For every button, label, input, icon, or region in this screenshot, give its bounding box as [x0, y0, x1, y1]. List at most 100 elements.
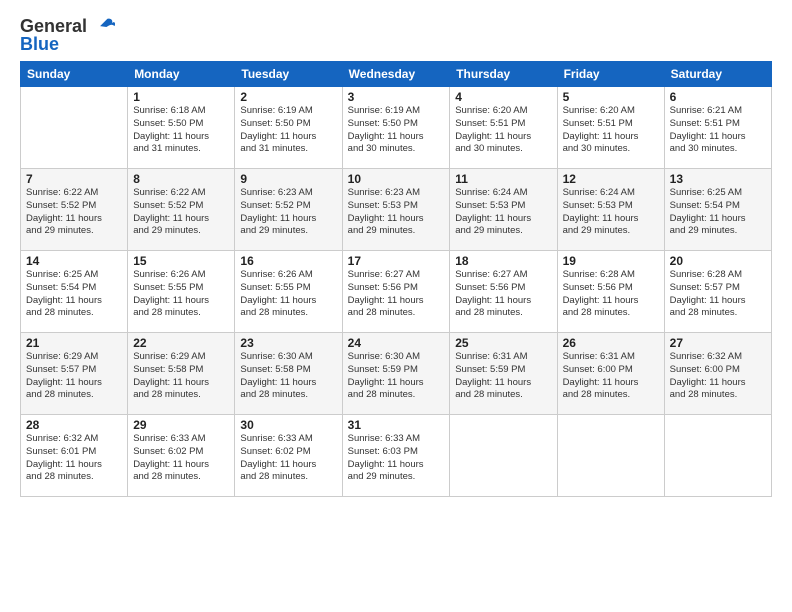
day-info: Sunrise: 6:26 AM Sunset: 5:55 PM Dayligh… — [133, 269, 229, 320]
day-number: 28 — [26, 418, 122, 432]
day-info: Sunrise: 6:21 AM Sunset: 5:51 PM Dayligh… — [670, 105, 766, 156]
day-number: 5 — [563, 90, 659, 104]
calendar-cell: 8Sunrise: 6:22 AM Sunset: 5:52 PM Daylig… — [128, 169, 235, 251]
day-info: Sunrise: 6:26 AM Sunset: 5:55 PM Dayligh… — [240, 269, 336, 320]
day-info: Sunrise: 6:33 AM Sunset: 6:02 PM Dayligh… — [240, 433, 336, 484]
calendar-header-row: SundayMondayTuesdayWednesdayThursdayFrid… — [21, 62, 772, 87]
calendar-col-header: Tuesday — [235, 62, 342, 87]
day-info: Sunrise: 6:33 AM Sunset: 6:03 PM Dayligh… — [348, 433, 445, 484]
logo-blue-text: Blue — [20, 34, 59, 55]
day-info: Sunrise: 6:24 AM Sunset: 5:53 PM Dayligh… — [563, 187, 659, 238]
header: GeneralBlue — [20, 16, 772, 55]
calendar-cell: 17Sunrise: 6:27 AM Sunset: 5:56 PM Dayli… — [342, 251, 450, 333]
day-number: 27 — [670, 336, 766, 350]
calendar-col-header: Friday — [557, 62, 664, 87]
day-number: 30 — [240, 418, 336, 432]
day-number: 10 — [348, 172, 445, 186]
calendar-week-row: 21Sunrise: 6:29 AM Sunset: 5:57 PM Dayli… — [21, 333, 772, 415]
logo: GeneralBlue — [20, 16, 115, 55]
calendar-cell: 7Sunrise: 6:22 AM Sunset: 5:52 PM Daylig… — [21, 169, 128, 251]
calendar-cell: 3Sunrise: 6:19 AM Sunset: 5:50 PM Daylig… — [342, 87, 450, 169]
day-info: Sunrise: 6:27 AM Sunset: 5:56 PM Dayligh… — [348, 269, 445, 320]
calendar-col-header: Saturday — [664, 62, 771, 87]
calendar-cell: 29Sunrise: 6:33 AM Sunset: 6:02 PM Dayli… — [128, 415, 235, 497]
day-info: Sunrise: 6:22 AM Sunset: 5:52 PM Dayligh… — [26, 187, 122, 238]
day-number: 23 — [240, 336, 336, 350]
calendar-cell: 23Sunrise: 6:30 AM Sunset: 5:58 PM Dayli… — [235, 333, 342, 415]
day-number: 17 — [348, 254, 445, 268]
day-info: Sunrise: 6:33 AM Sunset: 6:02 PM Dayligh… — [133, 433, 229, 484]
calendar-cell: 22Sunrise: 6:29 AM Sunset: 5:58 PM Dayli… — [128, 333, 235, 415]
day-info: Sunrise: 6:22 AM Sunset: 5:52 PM Dayligh… — [133, 187, 229, 238]
day-number: 25 — [455, 336, 551, 350]
day-number: 11 — [455, 172, 551, 186]
day-number: 19 — [563, 254, 659, 268]
calendar-week-row: 7Sunrise: 6:22 AM Sunset: 5:52 PM Daylig… — [21, 169, 772, 251]
page: GeneralBlue SundayMondayTuesdayWednesday… — [0, 0, 792, 612]
logo-bird-icon — [87, 18, 115, 36]
day-number: 13 — [670, 172, 766, 186]
calendar-cell: 21Sunrise: 6:29 AM Sunset: 5:57 PM Dayli… — [21, 333, 128, 415]
day-info: Sunrise: 6:28 AM Sunset: 5:56 PM Dayligh… — [563, 269, 659, 320]
day-info: Sunrise: 6:28 AM Sunset: 5:57 PM Dayligh… — [670, 269, 766, 320]
calendar-cell: 4Sunrise: 6:20 AM Sunset: 5:51 PM Daylig… — [450, 87, 557, 169]
calendar-week-row: 28Sunrise: 6:32 AM Sunset: 6:01 PM Dayli… — [21, 415, 772, 497]
day-number: 16 — [240, 254, 336, 268]
day-number: 24 — [348, 336, 445, 350]
calendar-cell: 14Sunrise: 6:25 AM Sunset: 5:54 PM Dayli… — [21, 251, 128, 333]
day-number: 21 — [26, 336, 122, 350]
calendar-cell — [21, 87, 128, 169]
day-info: Sunrise: 6:29 AM Sunset: 5:58 PM Dayligh… — [133, 351, 229, 402]
calendar-cell: 19Sunrise: 6:28 AM Sunset: 5:56 PM Dayli… — [557, 251, 664, 333]
day-number: 2 — [240, 90, 336, 104]
day-info: Sunrise: 6:27 AM Sunset: 5:56 PM Dayligh… — [455, 269, 551, 320]
day-info: Sunrise: 6:23 AM Sunset: 5:52 PM Dayligh… — [240, 187, 336, 238]
day-number: 20 — [670, 254, 766, 268]
calendar-cell: 2Sunrise: 6:19 AM Sunset: 5:50 PM Daylig… — [235, 87, 342, 169]
day-number: 7 — [26, 172, 122, 186]
calendar-cell: 25Sunrise: 6:31 AM Sunset: 5:59 PM Dayli… — [450, 333, 557, 415]
calendar-cell: 30Sunrise: 6:33 AM Sunset: 6:02 PM Dayli… — [235, 415, 342, 497]
calendar-cell: 26Sunrise: 6:31 AM Sunset: 6:00 PM Dayli… — [557, 333, 664, 415]
day-info: Sunrise: 6:18 AM Sunset: 5:50 PM Dayligh… — [133, 105, 229, 156]
calendar-cell: 5Sunrise: 6:20 AM Sunset: 5:51 PM Daylig… — [557, 87, 664, 169]
calendar-cell: 6Sunrise: 6:21 AM Sunset: 5:51 PM Daylig… — [664, 87, 771, 169]
calendar-cell: 15Sunrise: 6:26 AM Sunset: 5:55 PM Dayli… — [128, 251, 235, 333]
day-info: Sunrise: 6:31 AM Sunset: 5:59 PM Dayligh… — [455, 351, 551, 402]
calendar-cell: 18Sunrise: 6:27 AM Sunset: 5:56 PM Dayli… — [450, 251, 557, 333]
calendar-cell: 10Sunrise: 6:23 AM Sunset: 5:53 PM Dayli… — [342, 169, 450, 251]
day-number: 18 — [455, 254, 551, 268]
calendar-week-row: 1Sunrise: 6:18 AM Sunset: 5:50 PM Daylig… — [21, 87, 772, 169]
calendar-cell: 12Sunrise: 6:24 AM Sunset: 5:53 PM Dayli… — [557, 169, 664, 251]
day-number: 1 — [133, 90, 229, 104]
day-number: 26 — [563, 336, 659, 350]
day-info: Sunrise: 6:32 AM Sunset: 6:01 PM Dayligh… — [26, 433, 122, 484]
calendar-cell: 13Sunrise: 6:25 AM Sunset: 5:54 PM Dayli… — [664, 169, 771, 251]
calendar-cell: 16Sunrise: 6:26 AM Sunset: 5:55 PM Dayli… — [235, 251, 342, 333]
day-number: 8 — [133, 172, 229, 186]
calendar-week-row: 14Sunrise: 6:25 AM Sunset: 5:54 PM Dayli… — [21, 251, 772, 333]
day-info: Sunrise: 6:20 AM Sunset: 5:51 PM Dayligh… — [455, 105, 551, 156]
day-info: Sunrise: 6:31 AM Sunset: 6:00 PM Dayligh… — [563, 351, 659, 402]
calendar-cell: 28Sunrise: 6:32 AM Sunset: 6:01 PM Dayli… — [21, 415, 128, 497]
day-info: Sunrise: 6:25 AM Sunset: 5:54 PM Dayligh… — [26, 269, 122, 320]
day-number: 15 — [133, 254, 229, 268]
day-number: 12 — [563, 172, 659, 186]
day-number: 29 — [133, 418, 229, 432]
day-number: 14 — [26, 254, 122, 268]
day-info: Sunrise: 6:30 AM Sunset: 5:58 PM Dayligh… — [240, 351, 336, 402]
calendar-cell: 11Sunrise: 6:24 AM Sunset: 5:53 PM Dayli… — [450, 169, 557, 251]
calendar-cell — [557, 415, 664, 497]
calendar-col-header: Wednesday — [342, 62, 450, 87]
day-info: Sunrise: 6:25 AM Sunset: 5:54 PM Dayligh… — [670, 187, 766, 238]
day-info: Sunrise: 6:20 AM Sunset: 5:51 PM Dayligh… — [563, 105, 659, 156]
calendar-col-header: Sunday — [21, 62, 128, 87]
calendar-table: SundayMondayTuesdayWednesdayThursdayFrid… — [20, 61, 772, 497]
day-info: Sunrise: 6:19 AM Sunset: 5:50 PM Dayligh… — [240, 105, 336, 156]
calendar-cell: 1Sunrise: 6:18 AM Sunset: 5:50 PM Daylig… — [128, 87, 235, 169]
calendar-col-header: Monday — [128, 62, 235, 87]
calendar-cell: 20Sunrise: 6:28 AM Sunset: 5:57 PM Dayli… — [664, 251, 771, 333]
day-info: Sunrise: 6:32 AM Sunset: 6:00 PM Dayligh… — [670, 351, 766, 402]
calendar-cell — [664, 415, 771, 497]
day-info: Sunrise: 6:24 AM Sunset: 5:53 PM Dayligh… — [455, 187, 551, 238]
